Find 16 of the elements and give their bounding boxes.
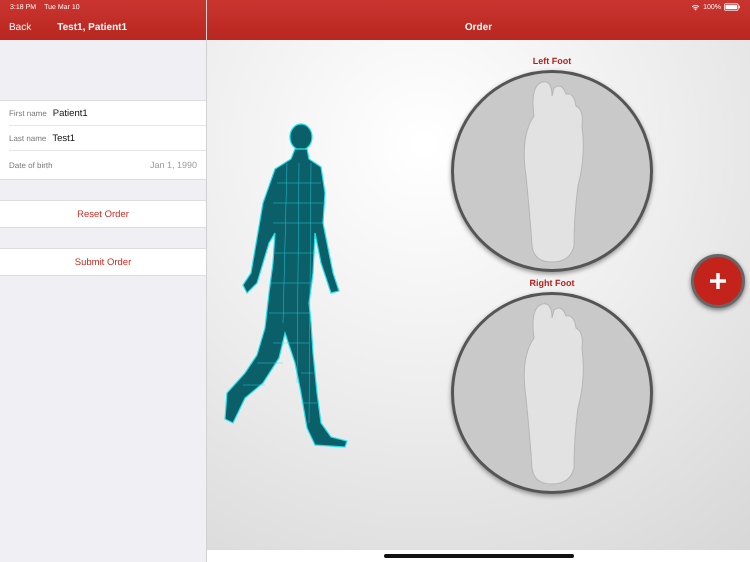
battery-icon bbox=[724, 3, 740, 11]
field-label: First name bbox=[9, 108, 47, 118]
plus-icon bbox=[708, 271, 728, 291]
field-label: Date of birth bbox=[9, 160, 53, 170]
add-button[interactable] bbox=[691, 254, 745, 308]
back-button[interactable]: Back bbox=[9, 22, 32, 32]
order-title: Order bbox=[464, 22, 492, 32]
input-field[interactable]: Test1 bbox=[52, 132, 172, 144]
foot-label: Right Foot bbox=[530, 278, 574, 288]
patient-title: Test1, Patient1 bbox=[57, 22, 128, 32]
order-action-button[interactable]: Submit Order bbox=[0, 248, 206, 276]
order-action-button[interactable]: Reset Order bbox=[0, 200, 206, 228]
foot-label: Left Foot bbox=[532, 56, 572, 66]
wifi-icon bbox=[691, 4, 700, 10]
field-label: Last name bbox=[9, 134, 46, 142]
input-field[interactable]: Patient1 bbox=[52, 108, 173, 118]
